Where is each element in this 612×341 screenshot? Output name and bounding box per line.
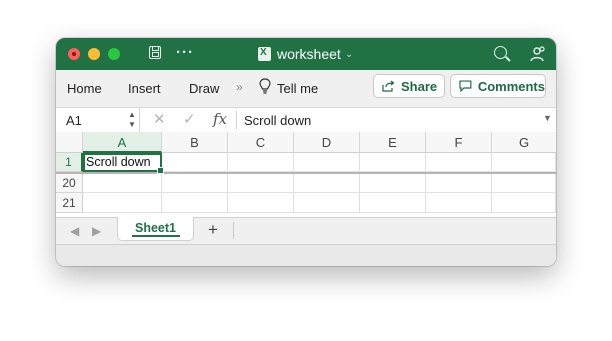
name-box-value: A1 [66,113,82,128]
comment-bubble-icon [459,80,472,92]
ribbon-overflow-icon[interactable]: » [236,80,243,94]
cell-d1[interactable] [294,153,360,172]
tell-me-search[interactable]: Tell me [277,81,318,96]
tab-draw[interactable]: Draw [189,81,219,96]
cell-a1[interactable] [83,153,164,174]
share-people-icon[interactable] [528,45,546,63]
formula-input[interactable]: Scroll down [244,113,311,128]
cell-e1[interactable] [360,153,426,172]
row-header-20[interactable]: 20 [56,174,83,193]
zoom-window-button[interactable] [108,48,120,60]
lightbulb-icon [259,78,271,94]
confirm-edit-icon[interactable]: ✓ [183,110,196,128]
name-box[interactable]: A1 ▲ ▼ [56,108,140,132]
share-button-label: Share [401,78,438,94]
cell-e20[interactable] [360,174,426,193]
formula-divider [236,111,237,129]
share-arrow-icon [382,80,395,92]
next-sheet-icon[interactable]: ▶ [92,224,101,238]
add-sheet-button[interactable]: + [208,220,218,240]
more-options-icon[interactable]: ··· [176,44,194,61]
minimize-window-button[interactable] [88,48,100,60]
formula-bar: A1 ▲ ▼ ✕ ✓ fx Scroll down ▼ [56,107,556,133]
cell-d20[interactable] [294,174,360,193]
save-icon[interactable] [149,46,161,59]
cell-c1[interactable] [228,153,294,172]
search-icon[interactable] [494,46,507,59]
column-header-d[interactable]: D [294,132,360,153]
select-all-corner[interactable] [56,132,83,153]
prev-sheet-icon[interactable]: ◀ [70,224,79,238]
chevron-down-icon: ⌄ [344,48,354,60]
comments-button-label: Comments [477,78,545,94]
close-window-button[interactable] [68,48,80,60]
column-header-g[interactable]: G [492,132,556,153]
sheet-bar-divider [233,222,234,239]
share-button[interactable]: Share [373,74,445,98]
row-header-1[interactable]: 1 [56,153,83,172]
column-header-b[interactable]: B [162,132,228,153]
status-bar [56,244,556,266]
cell-g20[interactable] [492,174,556,193]
cell-e21[interactable] [360,193,426,213]
sheet-tab-sheet1[interactable]: Sheet1 [117,217,194,241]
spreadsheet-grid: A B C D E F G 1 20 21 Scroll down [56,132,556,217]
formula-expand-icon[interactable]: ▼ [543,113,552,123]
cell-a20[interactable] [83,174,162,193]
column-header-f[interactable]: F [426,132,492,153]
cell-d21[interactable] [294,193,360,213]
cell-g21[interactable] [492,193,556,213]
column-header-c[interactable]: C [228,132,294,153]
cell-b1[interactable] [162,153,228,172]
row-header-21[interactable]: 21 [56,193,83,213]
tab-home[interactable]: Home [67,81,102,96]
sheet-tab-bar: ◀ ▶ Sheet1 + [56,217,556,245]
insert-function-icon[interactable]: fx [213,110,227,128]
document-title[interactable]: worksheet ⌄ [258,46,353,62]
column-header-a[interactable]: A [83,132,162,153]
title-bar: ··· worksheet ⌄ [56,38,556,70]
frozen-pane-divider[interactable] [56,172,556,174]
cancel-edit-icon[interactable]: ✕ [153,110,166,128]
tab-insert[interactable]: Insert [128,81,161,96]
cell-c21[interactable] [228,193,294,213]
cell-a21[interactable] [83,193,162,213]
document-title-text: worksheet [277,46,341,62]
cell-f21[interactable] [426,193,492,213]
ribbon: Home Insert Draw » Tell me Share Comment… [56,70,556,107]
column-header-e[interactable]: E [360,132,426,153]
cell-c20[interactable] [228,174,294,193]
cell-f1[interactable] [426,153,492,172]
cell-b21[interactable] [162,193,228,213]
cell-b20[interactable] [162,174,228,193]
cell-f20[interactable] [426,174,492,193]
comments-button[interactable]: Comments [450,74,546,98]
excel-file-icon [258,47,271,61]
cell-g1[interactable] [492,153,556,172]
name-box-stepper-icon[interactable]: ▲ ▼ [128,110,136,130]
excel-window: ··· worksheet ⌄ Home Insert Draw » Tell … [56,38,556,266]
